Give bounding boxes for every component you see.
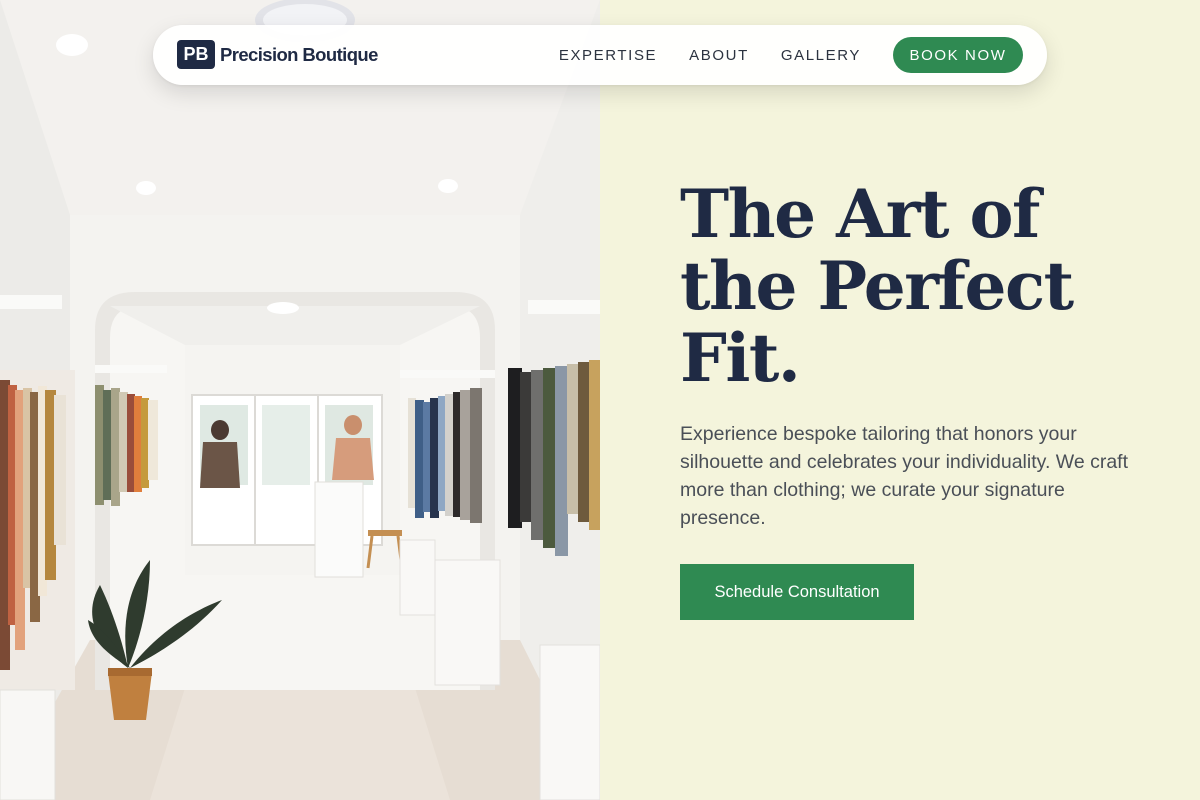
headline-line: the Perfect <box>680 247 1074 325</box>
nav-link-expertise[interactable]: EXPERTISE <box>559 47 657 64</box>
hero-content: The Art of the Perfect Fit. Experience b… <box>600 0 1200 800</box>
hero-headline: The Art of the Perfect Fit. <box>680 178 1150 394</box>
nav-links: EXPERTISE ABOUT GALLERY BOOK NOW <box>559 37 1023 73</box>
landing-page: The Art of the Perfect Fit. Experience b… <box>0 0 1200 800</box>
hero-image <box>0 0 600 800</box>
book-now-button[interactable]: BOOK NOW <box>893 37 1023 73</box>
headline-line: Fit. <box>680 319 801 397</box>
brand-mark-icon: PB <box>177 40 215 69</box>
brand-logo[interactable]: PB Precision Boutique <box>177 40 378 69</box>
brand-name: Precision Boutique <box>220 43 378 65</box>
nav-link-gallery[interactable]: GALLERY <box>781 47 861 64</box>
headline-line: The Art of <box>680 175 1040 253</box>
top-navbar: PB Precision Boutique EXPERTISE ABOUT GA… <box>153 25 1047 85</box>
schedule-consultation-button[interactable]: Schedule Consultation <box>680 564 914 620</box>
nav-link-about[interactable]: ABOUT <box>689 47 749 64</box>
hero-subtext: Experience bespoke tailoring that honors… <box>680 423 1129 529</box>
